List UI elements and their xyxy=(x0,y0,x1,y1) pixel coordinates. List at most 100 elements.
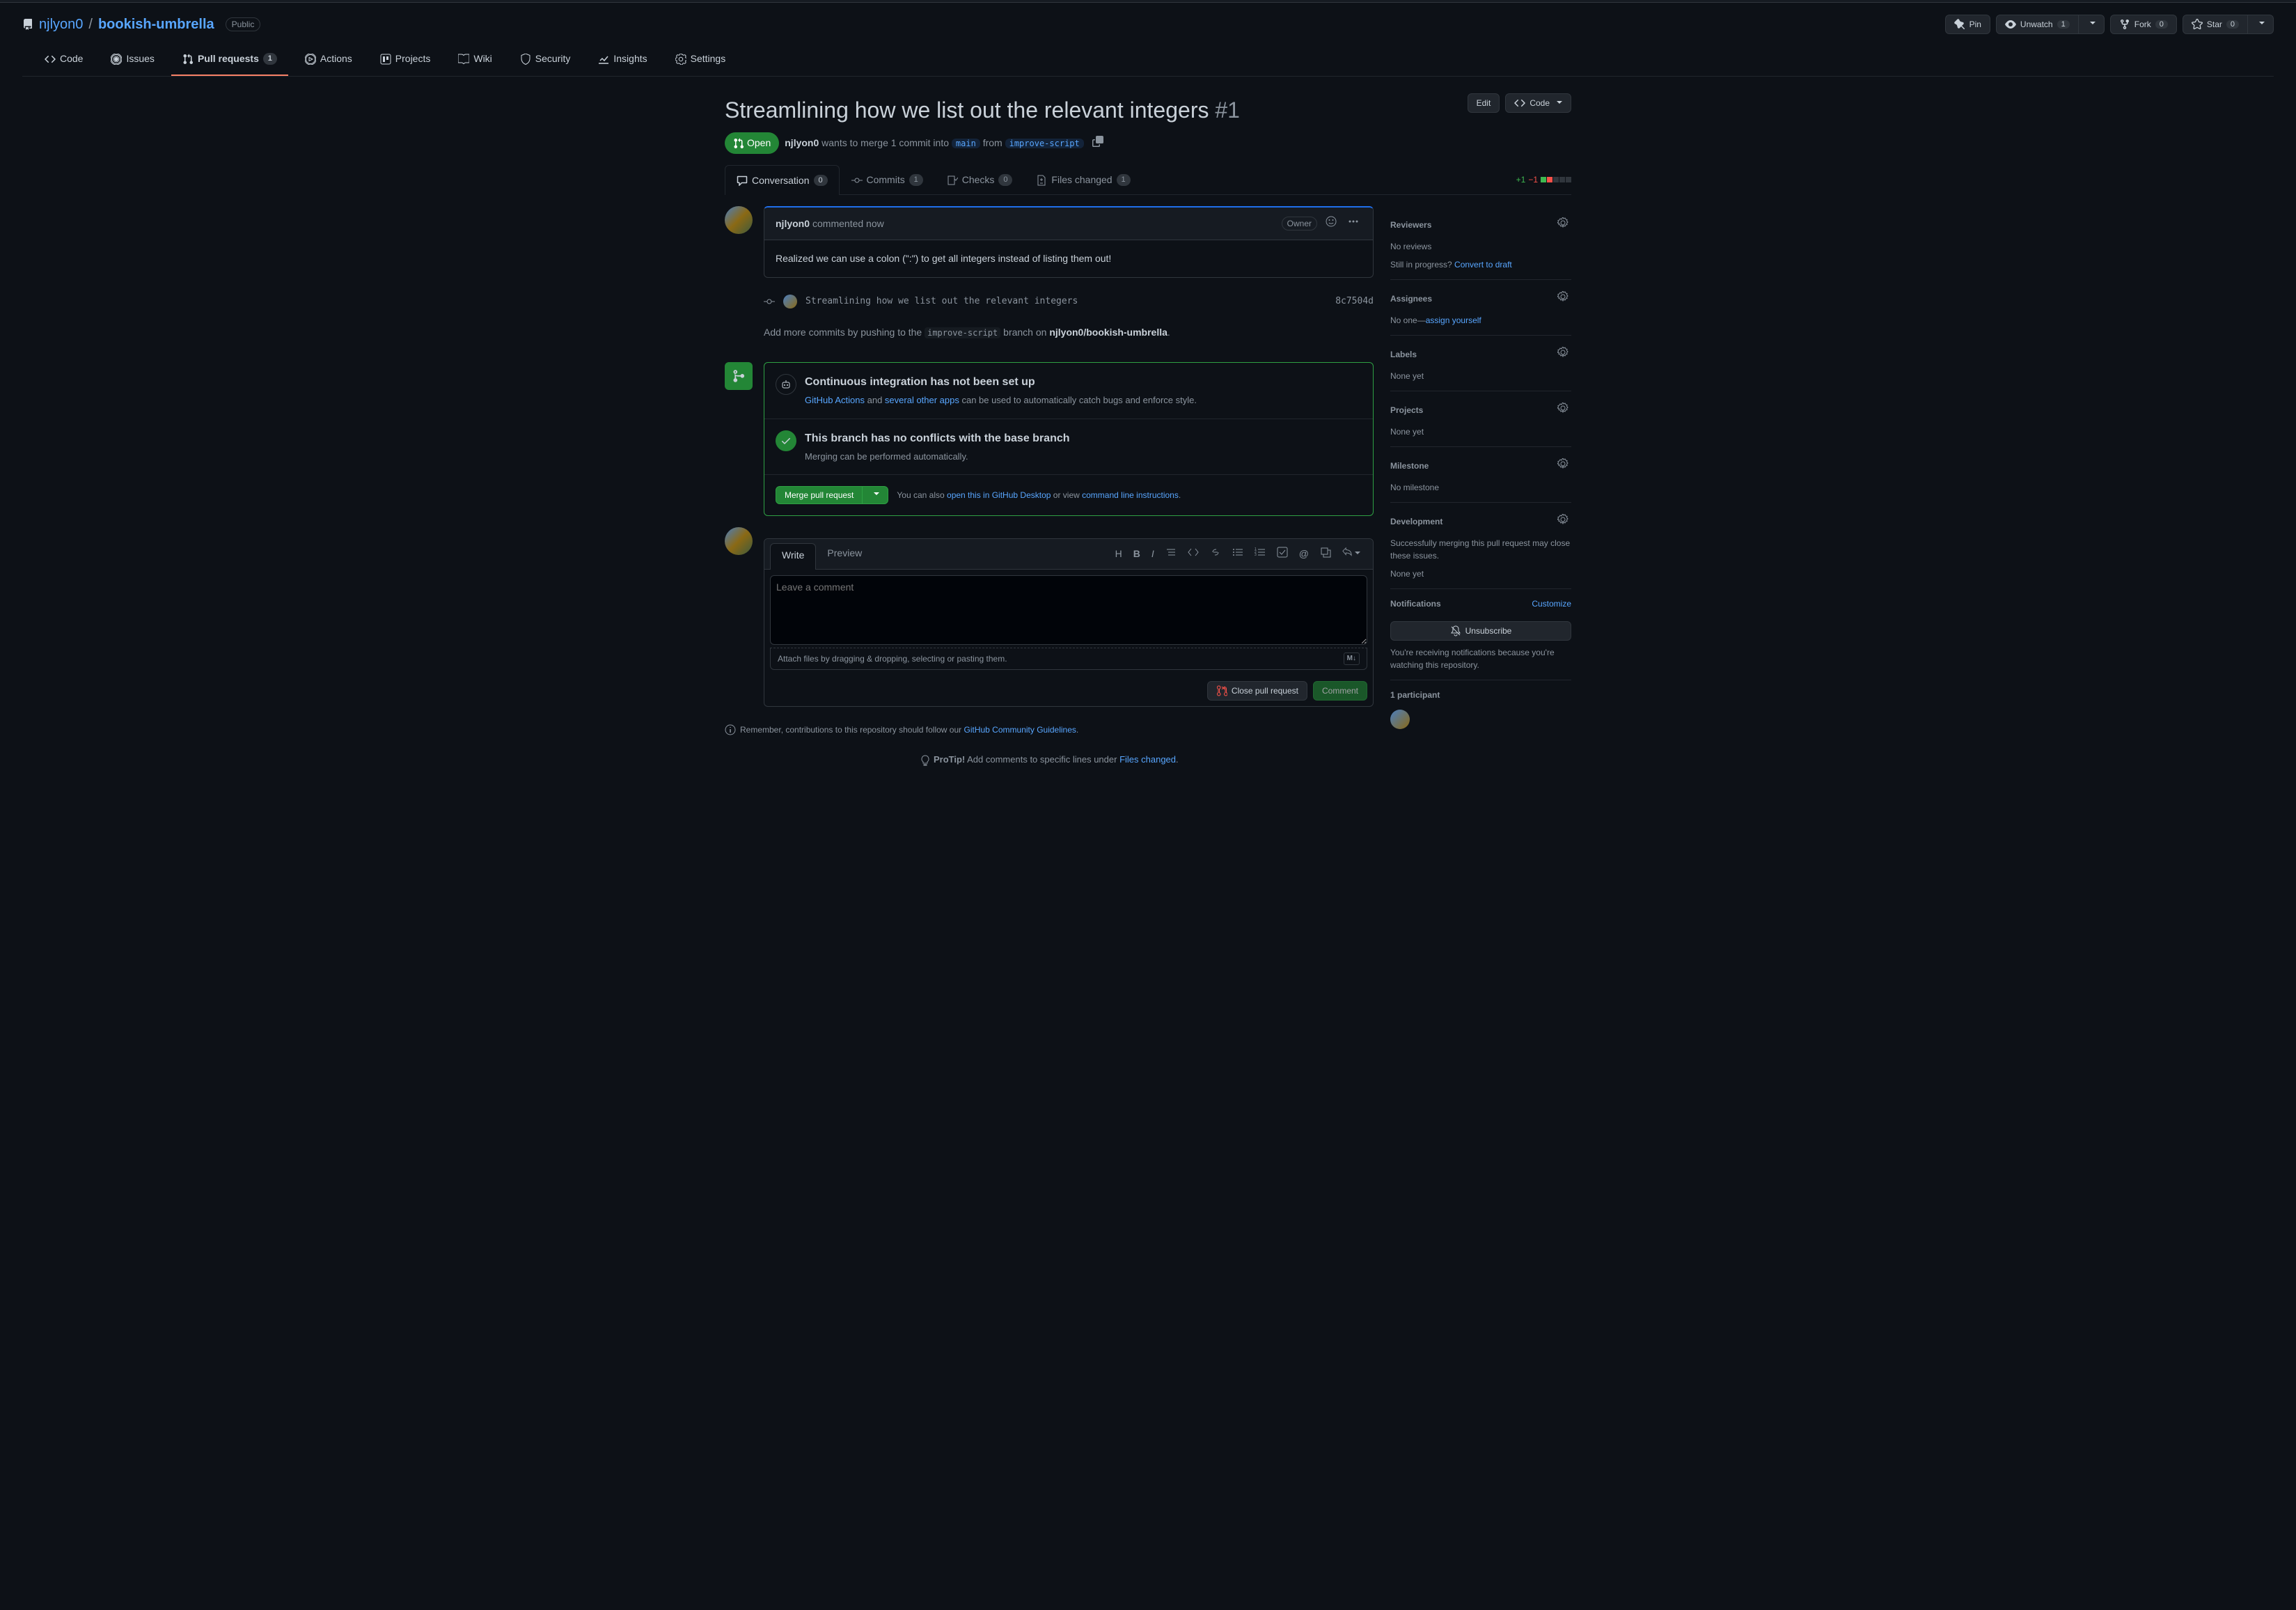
mention-icon[interactable]: @ xyxy=(1295,542,1313,565)
comment-author[interactable]: njlyon0 xyxy=(776,217,810,231)
code-icon[interactable] xyxy=(1184,542,1203,566)
smiley-icon[interactable] xyxy=(1323,213,1339,234)
cli-link[interactable]: command line instructions xyxy=(1082,490,1179,500)
kebab-icon[interactable] xyxy=(1345,213,1362,234)
gear-icon[interactable] xyxy=(1555,455,1571,476)
commit-sha[interactable]: 8c7504d xyxy=(1335,295,1374,308)
attach-hint[interactable]: Attach files by dragging & dropping, sel… xyxy=(770,648,1367,670)
graph-icon xyxy=(598,54,609,65)
conflicts-subtitle: Merging can be performed automatically. xyxy=(805,450,1070,464)
pr-author[interactable]: njlyon0 xyxy=(785,137,819,148)
close-pr-button[interactable]: Close pull request xyxy=(1207,681,1307,701)
assign-self-link[interactable]: assign yourself xyxy=(1426,315,1481,325)
gear-icon xyxy=(675,54,686,65)
repo-icon xyxy=(22,19,33,30)
watch-button[interactable]: Unwatch 1 xyxy=(1996,15,2079,34)
nav-code[interactable]: Code xyxy=(33,46,94,76)
link-icon[interactable] xyxy=(1206,542,1225,566)
convert-draft-link[interactable]: Convert to draft xyxy=(1454,260,1512,269)
edit-button[interactable]: Edit xyxy=(1468,93,1500,113)
labels-header[interactable]: Labels xyxy=(1390,348,1417,361)
nav-actions[interactable]: Actions xyxy=(294,46,363,76)
close-pr-icon xyxy=(1216,685,1227,696)
checklist-icon xyxy=(947,175,958,186)
merge-dropdown[interactable] xyxy=(863,486,888,504)
eye-icon xyxy=(2005,19,2016,30)
commit-message[interactable]: Streamlining how we list out the relevan… xyxy=(805,295,1327,308)
tab-checks[interactable]: Checks0 xyxy=(935,165,1025,194)
star-button[interactable]: Star 0 xyxy=(2183,15,2248,34)
heading-icon[interactable]: H xyxy=(1111,542,1126,565)
comment-textarea[interactable] xyxy=(770,575,1367,645)
write-tab[interactable]: Write xyxy=(770,543,816,570)
tasklist-icon[interactable] xyxy=(1273,542,1292,566)
conflicts-title: This branch has no conflicts with the ba… xyxy=(805,430,1070,447)
files-changed-link[interactable]: Files changed xyxy=(1119,754,1176,765)
nav-projects[interactable]: Projects xyxy=(369,46,442,76)
gear-icon[interactable] xyxy=(1555,344,1571,364)
code-button[interactable]: Code xyxy=(1505,93,1571,113)
base-branch[interactable]: main xyxy=(952,139,980,148)
github-actions-link[interactable]: GitHub Actions xyxy=(805,395,865,405)
commit-icon xyxy=(851,175,863,186)
nav-issues[interactable]: Issues xyxy=(100,46,165,76)
push-hint: Add more commits by pushing to the impro… xyxy=(725,314,1374,351)
comment-button[interactable]: Comment xyxy=(1313,681,1367,701)
file-diff-icon xyxy=(1036,175,1047,186)
nav-pulls[interactable]: Pull requests1 xyxy=(171,46,288,76)
owner-link[interactable]: njlyon0 xyxy=(39,14,83,35)
development-header[interactable]: Development xyxy=(1390,515,1442,528)
avatar[interactable] xyxy=(725,527,753,555)
markdown-icon: M↓ xyxy=(1344,652,1360,665)
star-dropdown[interactable] xyxy=(2248,15,2274,34)
fork-button[interactable]: Fork 0 xyxy=(2110,15,2177,34)
fork-count: 0 xyxy=(2155,20,2168,29)
tab-commits[interactable]: Commits1 xyxy=(840,165,935,194)
italic-icon[interactable]: I xyxy=(1147,542,1158,565)
guidelines-link[interactable]: GitHub Community Guidelines xyxy=(964,725,1076,735)
tab-files[interactable]: Files changed1 xyxy=(1024,165,1142,194)
nav-wiki[interactable]: Wiki xyxy=(447,46,503,76)
ol-icon[interactable]: 123 xyxy=(1250,542,1270,566)
shield-icon xyxy=(520,54,531,65)
pin-button[interactable]: Pin xyxy=(1945,15,1990,34)
preview-tab[interactable]: Preview xyxy=(816,539,873,569)
reference-icon[interactable] xyxy=(1316,542,1335,566)
avatar[interactable] xyxy=(783,295,797,308)
merge-button[interactable]: Merge pull request xyxy=(776,486,863,504)
other-apps-link[interactable]: several other apps xyxy=(885,395,959,405)
gear-icon[interactable] xyxy=(1555,214,1571,235)
bold-icon[interactable]: B xyxy=(1129,542,1145,565)
projects-header[interactable]: Projects xyxy=(1390,404,1423,416)
watch-dropdown[interactable] xyxy=(2079,15,2105,34)
info-icon xyxy=(725,724,736,735)
unsubscribe-button[interactable]: Unsubscribe xyxy=(1390,621,1571,641)
gear-icon[interactable] xyxy=(1555,288,1571,308)
quote-icon[interactable] xyxy=(1161,542,1181,566)
watch-count: 1 xyxy=(2057,20,2070,29)
reply-icon[interactable] xyxy=(1338,542,1365,565)
copy-icon[interactable] xyxy=(1090,133,1106,154)
head-branch[interactable]: improve-script xyxy=(1005,139,1084,148)
reviewers-header[interactable]: Reviewers xyxy=(1390,219,1431,231)
chevron-down-icon xyxy=(1554,98,1562,108)
gear-icon[interactable] xyxy=(1555,400,1571,420)
gear-icon[interactable] xyxy=(1555,511,1571,531)
notifications-header: Notifications xyxy=(1390,597,1441,610)
assignees-header[interactable]: Assignees xyxy=(1390,292,1432,305)
ul-icon[interactable] xyxy=(1228,542,1248,566)
nav-security[interactable]: Security xyxy=(509,46,582,76)
code-icon xyxy=(1514,97,1525,109)
desktop-link[interactable]: open this in GitHub Desktop xyxy=(947,490,1051,500)
customize-link[interactable]: Customize xyxy=(1532,597,1571,610)
nav-settings[interactable]: Settings xyxy=(664,46,737,76)
nav-insights[interactable]: Insights xyxy=(587,46,658,76)
participant-avatar[interactable] xyxy=(1390,710,1410,729)
project-icon xyxy=(380,54,391,65)
avatar[interactable] xyxy=(725,206,753,234)
repo-link[interactable]: bookish-umbrella xyxy=(98,14,214,35)
milestone-header[interactable]: Milestone xyxy=(1390,460,1429,472)
participants-header: 1 participant xyxy=(1390,689,1440,701)
tab-conversation[interactable]: Conversation0 xyxy=(725,165,840,195)
contribution-guideline: Remember, contributions to this reposito… xyxy=(725,718,1374,742)
